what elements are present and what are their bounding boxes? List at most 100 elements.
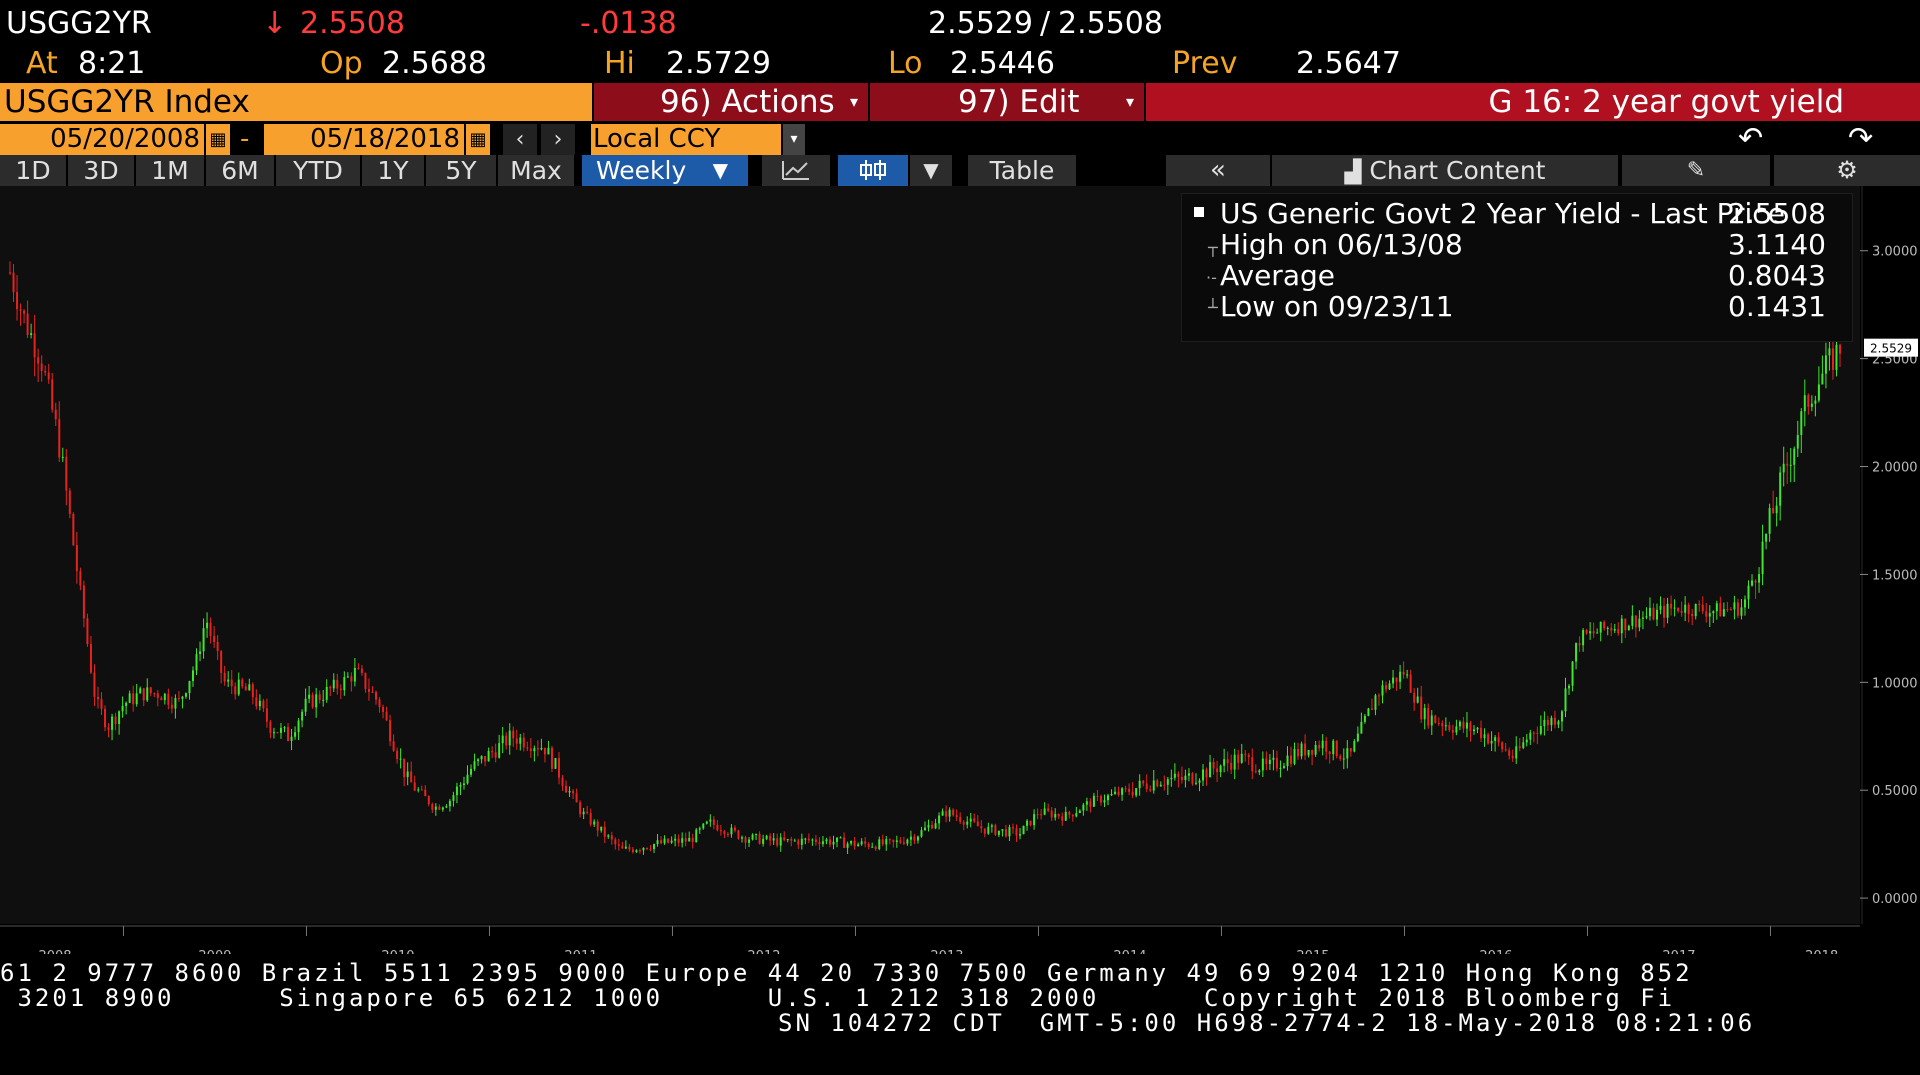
candle-body: [1677, 607, 1680, 612]
index-label[interactable]: USGG2YR Index: [0, 83, 592, 121]
prev-period-icon[interactable]: ‹: [503, 124, 537, 155]
candle-body: [695, 829, 698, 843]
end-calendar-icon[interactable]: ▦: [466, 124, 490, 155]
tab-1m[interactable]: 1M: [136, 155, 204, 186]
tab-max[interactable]: Max: [498, 155, 574, 186]
tab-ytd[interactable]: YTD: [276, 155, 360, 186]
candle-body: [1085, 801, 1088, 805]
chart-content-button[interactable]: ▟ Chart Content: [1272, 155, 1618, 186]
tab-1y[interactable]: 1Y: [362, 155, 424, 186]
candle-body: [1423, 708, 1426, 720]
edit-menu[interactable]: 97) Edit ▾: [870, 83, 1144, 121]
candle-body: [1673, 607, 1676, 609]
candle-body: [983, 828, 986, 834]
end-date-field[interactable]: 05/18/2018: [264, 124, 464, 155]
candle-body: [1374, 695, 1377, 710]
candle-body: [1092, 795, 1095, 807]
candle-body: [111, 716, 114, 730]
next-period-icon[interactable]: ›: [541, 124, 575, 155]
last-price-tag-label: 2.5529: [1870, 342, 1912, 356]
candle-body: [279, 727, 282, 733]
candlestick-icon[interactable]: [838, 155, 908, 186]
start-calendar-icon[interactable]: ▦: [206, 124, 230, 155]
candle-body: [160, 697, 163, 701]
candle-body: [1145, 783, 1148, 790]
candle-body: [1814, 400, 1817, 404]
candle-body: [1473, 729, 1475, 731]
tab-6m[interactable]: 6M: [206, 155, 274, 186]
candle-body: [441, 807, 444, 810]
candle-body: [1483, 734, 1486, 739]
candle-body: [146, 687, 149, 701]
settings-gear-icon[interactable]: ⚙: [1774, 155, 1920, 186]
candle-body: [920, 830, 923, 837]
candle-body: [716, 824, 719, 831]
table-button[interactable]: Table: [968, 155, 1076, 186]
collapse-icon[interactable]: «: [1166, 155, 1270, 186]
ticker-line-1: 61 2 9777 8600 Brazil 5511 2395 9000 Eur…: [0, 959, 1693, 987]
candle-body: [1786, 463, 1789, 466]
chart-type-dropdown-icon[interactable]: ▼: [910, 155, 952, 186]
candle-body: [1641, 617, 1644, 619]
edit-chart-icon[interactable]: ✎: [1622, 155, 1770, 186]
candle-body: [336, 679, 339, 689]
candle-body: [790, 839, 793, 841]
candle-body: [885, 839, 888, 845]
candle-body: [163, 693, 166, 701]
candle-body: [1272, 757, 1275, 760]
candle-body: [1370, 708, 1373, 710]
high-label: Hi: [604, 46, 635, 81]
average-marker-icon: ·-: [1206, 268, 1217, 287]
candle-body: [1054, 813, 1057, 818]
candle-body: [1026, 820, 1029, 826]
start-date-field[interactable]: 05/20/2008: [0, 124, 204, 155]
candle-body: [1803, 395, 1806, 412]
frequency-select[interactable]: Weekly ▼: [582, 155, 748, 186]
candle-body: [399, 758, 402, 760]
legend-average-value: 0.8043: [1728, 259, 1826, 292]
candle-body: [561, 777, 564, 786]
line-chart-icon[interactable]: [762, 155, 830, 186]
candle-body: [230, 679, 233, 687]
candle-body: [1022, 825, 1025, 835]
currency-select[interactable]: Local CCY: [591, 124, 781, 155]
actions-menu[interactable]: 96) Actions ▾: [594, 83, 868, 121]
candle-body: [23, 310, 26, 314]
net-change: -.0138: [580, 6, 677, 41]
candle-body: [976, 821, 979, 827]
candle-body: [1518, 746, 1521, 748]
candle-body: [1209, 762, 1212, 778]
prev-label: Prev: [1172, 46, 1238, 81]
redo-icon[interactable]: ↷: [1848, 122, 1873, 156]
candle-body: [554, 758, 557, 769]
candle-body: [712, 819, 715, 825]
candle-body: [410, 771, 413, 783]
candle-body: [913, 836, 916, 841]
candle-body: [216, 641, 219, 651]
tab-1d[interactable]: 1D: [0, 155, 66, 186]
candle-body: [318, 694, 321, 700]
candle-body: [1789, 464, 1792, 466]
candle-body: [1212, 762, 1215, 769]
low-value: 2.5446: [950, 46, 1055, 81]
candle-body: [1529, 732, 1532, 740]
candle-body: [980, 826, 983, 829]
candle-body: [153, 693, 156, 695]
candle-body: [494, 752, 497, 758]
candle-body: [1152, 780, 1155, 791]
start-date-value: 05/20/2008: [50, 124, 200, 154]
candle-body: [1719, 603, 1722, 617]
undo-icon[interactable]: ↶: [1738, 122, 1763, 156]
candle-body: [526, 747, 529, 749]
currency-dropdown-icon[interactable]: ▾: [783, 124, 805, 155]
candle-body: [1019, 834, 1022, 836]
candle-body: [1159, 784, 1162, 787]
candle-body: [987, 826, 990, 834]
tab-5y[interactable]: 5Y: [426, 155, 496, 186]
candle-body: [811, 839, 814, 841]
candle-body: [378, 699, 381, 708]
candle-body: [1205, 769, 1208, 778]
candle-body: [1736, 602, 1739, 616]
tab-3d[interactable]: 3D: [68, 155, 134, 186]
x-tick-label: 2009: [198, 949, 231, 954]
